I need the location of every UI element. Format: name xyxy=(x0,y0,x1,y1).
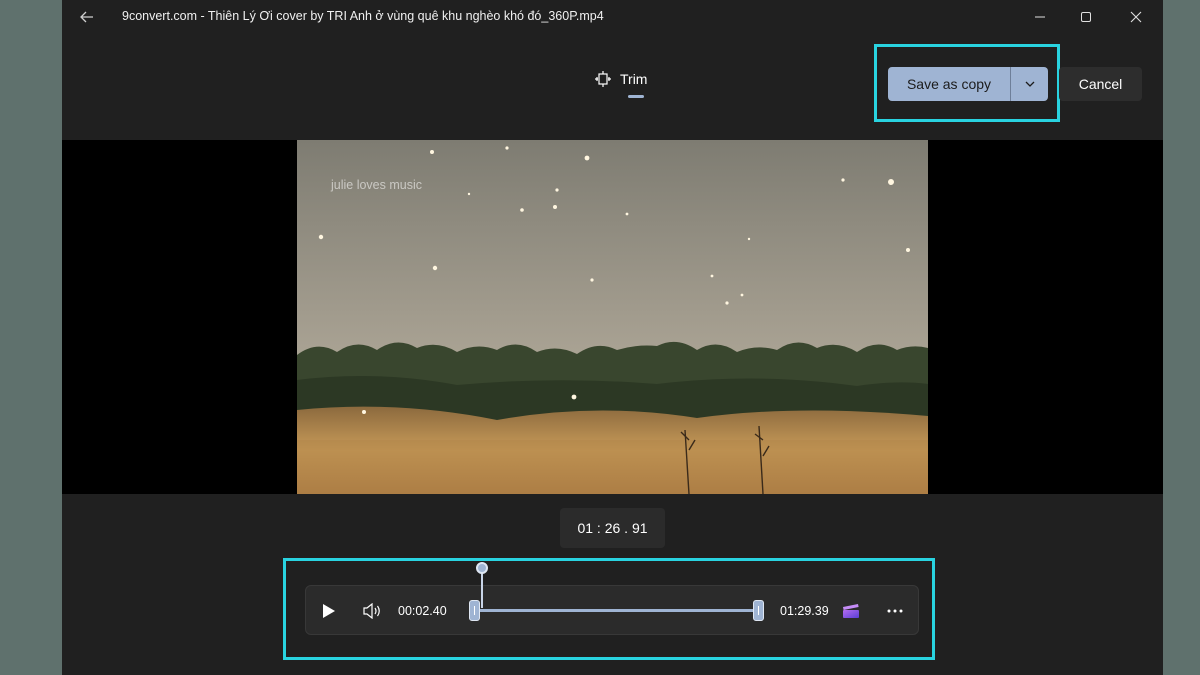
more-icon xyxy=(887,609,903,613)
tab-trim-label: Trim xyxy=(620,71,648,87)
trim-range-track[interactable] xyxy=(478,609,762,612)
current-time-display: 01 : 26 . 91 xyxy=(560,508,665,548)
play-icon xyxy=(323,604,335,618)
save-as-copy-button[interactable]: Save as copy xyxy=(888,67,1011,101)
title-bar: 9convert.com - Thiên Lý Ơi cover by TRI … xyxy=(62,0,1163,34)
save-split-button[interactable]: Save as copy xyxy=(888,67,1048,101)
trim-start-time: 00:02.40 xyxy=(398,604,447,618)
minimize-icon xyxy=(1035,16,1045,18)
clapperboard-icon xyxy=(843,604,859,618)
back-button[interactable] xyxy=(76,6,98,28)
trim-start-handle[interactable] xyxy=(469,600,480,621)
video-frame[interactable]: julie loves music xyxy=(297,140,928,494)
clipchamp-button[interactable] xyxy=(840,601,862,621)
trim-end-time: 01:29.39 xyxy=(780,604,829,618)
photos-video-editor-window: 9convert.com - Thiên Lý Ơi cover by TRI … xyxy=(62,0,1163,675)
maximize-icon xyxy=(1081,12,1091,22)
close-button[interactable] xyxy=(1125,6,1147,28)
playhead-knob[interactable] xyxy=(476,562,488,574)
video-scene-image xyxy=(297,140,928,494)
play-button[interactable] xyxy=(318,600,340,622)
back-arrow-icon xyxy=(80,11,93,23)
volume-button[interactable] xyxy=(361,600,383,622)
trim-icon xyxy=(595,71,611,87)
window-title: 9convert.com - Thiên Lý Ơi cover by TRI … xyxy=(122,9,604,23)
chevron-down-icon xyxy=(1025,81,1034,87)
close-icon xyxy=(1130,11,1142,23)
minimize-button[interactable] xyxy=(1029,6,1051,28)
cancel-button[interactable]: Cancel xyxy=(1059,67,1142,101)
video-preview-area: julie loves music xyxy=(62,140,1163,494)
more-options-button[interactable] xyxy=(884,600,906,622)
video-watermark: julie loves music xyxy=(331,178,423,192)
save-options-dropdown[interactable] xyxy=(1011,67,1048,101)
trim-end-handle[interactable] xyxy=(753,600,764,621)
tab-selected-indicator xyxy=(628,95,644,98)
maximize-button[interactable] xyxy=(1075,6,1097,28)
volume-icon xyxy=(363,603,380,619)
playhead-line xyxy=(481,570,483,608)
playback-controls: 00:02.40 01:29.39 xyxy=(305,585,919,635)
tab-trim[interactable]: Trim xyxy=(594,68,647,90)
